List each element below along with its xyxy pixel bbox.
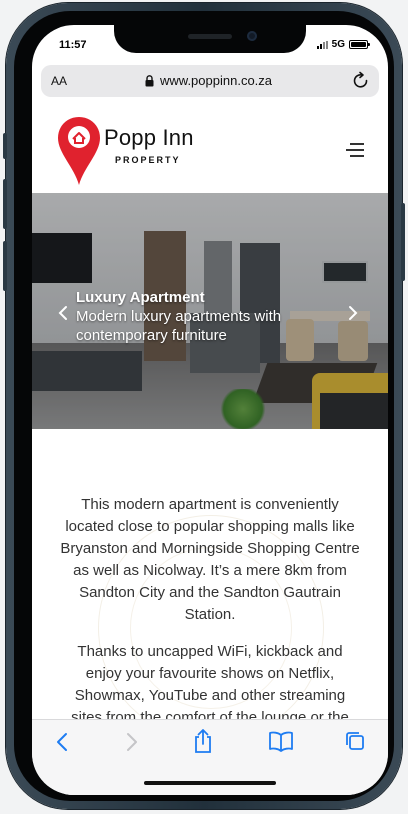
speaker [188, 34, 232, 39]
power-button [401, 203, 405, 281]
amenities-paragraph: Thanks to uncapped WiFi, kickback and en… [71, 643, 349, 719]
signal-icon [316, 40, 328, 49]
slide-caption: Modern luxury apartments with contempora… [76, 308, 282, 344]
hero-slider: Luxury Apartment Modern luxury apartment… [32, 193, 388, 429]
next-slide-icon[interactable] [348, 305, 358, 321]
share-icon[interactable] [192, 728, 214, 754]
battery-icon [349, 40, 370, 49]
reader-options-button[interactable]: AA [51, 74, 67, 88]
prev-slide-icon[interactable] [58, 305, 68, 321]
hamburger-menu-icon[interactable] [346, 143, 364, 157]
tabs-icon[interactable] [344, 730, 366, 752]
volume-up-button [3, 179, 7, 229]
status-time: 11:57 [59, 39, 87, 51]
notch [114, 25, 306, 53]
description-paragraph: This modern apartment is conveniently lo… [60, 496, 360, 623]
brand-subtitle: PROPERTY [115, 155, 181, 165]
network-label: 5G [331, 39, 345, 50]
address-bar[interactable]: AA www.poppinn.co.za [41, 65, 379, 97]
status-indicators: 5G [316, 39, 370, 50]
battery-level [351, 42, 366, 47]
camera [247, 31, 257, 41]
home-indicator[interactable] [144, 781, 276, 785]
location-pin-logo-icon[interactable] [56, 115, 102, 187]
back-icon[interactable] [54, 730, 70, 754]
mute-switch [3, 133, 7, 159]
url-display[interactable]: www.poppinn.co.za [145, 73, 272, 88]
forward-icon[interactable] [124, 730, 140, 754]
screen: 11:57 5G AA www.poppinn.co.za Popp Inn P… [32, 25, 388, 795]
brand-name[interactable]: Popp Inn [104, 125, 194, 151]
bookmarks-icon[interactable] [268, 730, 294, 752]
aa-label: AA [51, 74, 68, 88]
phone-frame: 11:57 5G AA www.poppinn.co.za Popp Inn P… [3, 3, 405, 809]
lock-icon [145, 74, 154, 86]
url-text: www.poppinn.co.za [160, 73, 273, 88]
slide-title: Luxury Apartment [76, 289, 205, 306]
site-header: Popp Inn PROPERTY [32, 105, 388, 193]
volume-down-button [3, 241, 7, 291]
reload-icon[interactable] [352, 71, 370, 91]
main-content: This modern apartment is conveniently lo… [32, 429, 388, 719]
